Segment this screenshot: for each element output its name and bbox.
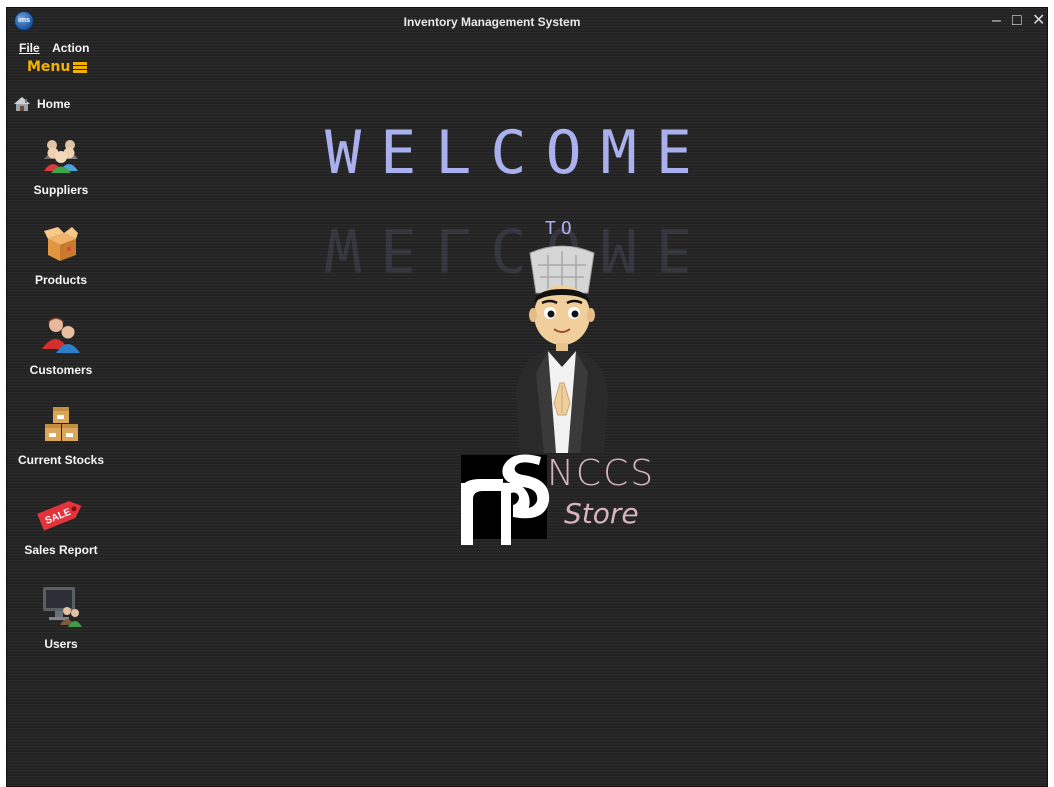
suppliers-icon: [42, 135, 80, 173]
sidebar-item-label: Sales Report: [24, 543, 98, 557]
stocks-icon: [42, 405, 80, 443]
sidebar-item-label: Home: [37, 97, 71, 111]
products-icon: [42, 225, 80, 263]
menu-toggle-button[interactable]: Menu: [27, 59, 88, 75]
sidebar-item-suppliers[interactable]: Suppliers: [7, 135, 115, 197]
hamburger-icon: [73, 61, 88, 73]
sidebar-item-label: Customers: [29, 363, 93, 377]
users-icon: [39, 585, 83, 627]
brand-name: NCCS: [547, 453, 656, 494]
greeting-mascot-illustration: [516, 245, 608, 453]
menu-action[interactable]: Action: [52, 41, 89, 55]
sidebar-item-home[interactable]: Home: [13, 96, 70, 112]
sidebar-item-current-stocks[interactable]: Current Stocks: [7, 405, 115, 467]
window-title: Inventory Management System: [403, 15, 581, 29]
sidebar-item-users[interactable]: Users: [7, 585, 115, 651]
menu-bar: File Action: [19, 39, 97, 55]
home-icon: [14, 97, 30, 111]
sidebar-item-label: Current Stocks: [17, 453, 105, 467]
customers-icon: [42, 315, 80, 353]
app-window: ims Inventory Management System – □ ✕ Fi…: [7, 8, 1047, 786]
brand-subtitle: Store: [564, 497, 639, 530]
sidebar-item-label: Suppliers: [33, 183, 89, 197]
sidebar-item-label: Users: [44, 637, 78, 651]
title-bar[interactable]: ims Inventory Management System – □ ✕: [7, 8, 1047, 36]
nccs-logo-icon: [461, 454, 550, 545]
maximize-button[interactable]: □: [1012, 11, 1022, 31]
sidebar-item-sales-report[interactable]: SALE Sales Report: [7, 495, 115, 557]
sidebar-item-customers[interactable]: Customers: [7, 315, 115, 377]
welcome-to-text: TO: [545, 218, 577, 239]
menu-toggle-label: Menu: [27, 59, 71, 75]
menu-file[interactable]: File: [19, 41, 40, 55]
close-button[interactable]: ✕: [1032, 11, 1045, 31]
minimize-button[interactable]: –: [992, 11, 1001, 31]
sidebar-item-label: Products: [34, 273, 87, 287]
sales-icon: SALE: [35, 495, 87, 533]
welcome-heading: WELCOME: [325, 118, 711, 188]
sidebar-item-products[interactable]: Products: [7, 225, 115, 287]
